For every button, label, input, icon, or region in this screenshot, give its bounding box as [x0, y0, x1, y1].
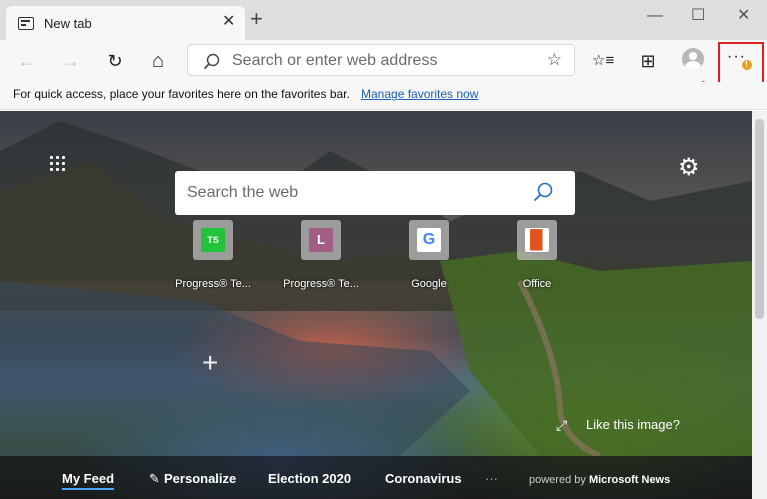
add-site-button[interactable]: + — [202, 347, 218, 379]
newtab-favicon-icon — [18, 17, 34, 30]
tab-personalize[interactable]: Personalize — [164, 471, 236, 486]
address-bar[interactable]: Search or enter web address ☆ — [187, 44, 575, 76]
tile-label: Google — [411, 278, 447, 290]
powered-by-label: powered by Microsoft News — [529, 474, 670, 486]
favorites-bar: For quick access, place your favorites h… — [0, 82, 767, 110]
favorites-icon[interactable]: ☆≡ — [592, 50, 614, 72]
tab-close-icon[interactable]: ✕ — [222, 14, 235, 30]
tab-coronavirus[interactable]: Coronavirus — [385, 471, 462, 486]
search-icon — [203, 53, 220, 70]
tab-my-feed[interactable]: My Feed — [62, 471, 115, 490]
web-search-box[interactable]: Search the web — [175, 171, 575, 215]
tile-label: Office — [522, 278, 552, 290]
scrollbar-thumb[interactable] — [755, 119, 764, 319]
letter-l-icon: L — [309, 228, 333, 252]
tile-icon-box: L — [301, 220, 341, 260]
new-tab-page: ⚙ Search the web TS Progress® Te... L Pr… — [0, 111, 752, 499]
tile-icon-box: ▉ — [517, 220, 557, 260]
web-search-input[interactable]: Search the web — [187, 184, 298, 202]
profile-avatar[interactable] — [682, 48, 704, 70]
close-window-button[interactable]: ✕ — [737, 8, 750, 24]
more-tabs-icon[interactable]: ··· — [485, 471, 498, 486]
new-tab-button[interactable]: + — [250, 8, 263, 30]
toolbar: ← → ↻ ⌂ Search or enter web address ☆ ☆≡… — [0, 40, 767, 82]
tab-strip: New tab ✕ + — ☐ ✕ — [0, 0, 767, 40]
forward-button[interactable]: → — [60, 50, 82, 72]
back-button[interactable]: ← — [16, 50, 38, 72]
address-input[interactable]: Search or enter web address — [232, 52, 437, 70]
minimize-button[interactable]: — — [647, 8, 663, 24]
tile-label: Progress® Te... — [283, 278, 359, 290]
quick-link-tile[interactable]: L Progress® Te... — [281, 220, 361, 300]
tab-election-2020[interactable]: Election 2020 — [268, 471, 351, 486]
quick-link-tile[interactable]: G Google — [389, 220, 469, 300]
quick-link-tile[interactable]: ▉ Office — [497, 220, 577, 300]
page-settings-icon[interactable]: ⚙ — [678, 153, 700, 182]
background-image — [0, 121, 752, 459]
like-image-link[interactable]: Like this image? — [586, 417, 680, 432]
tile-icon-box: TS — [193, 220, 233, 260]
news-feed-bar: My Feed ✎ Personalize Election 2020 Coro… — [0, 456, 752, 499]
home-button[interactable]: ⌂ — [147, 50, 169, 72]
pencil-icon: ✎ — [149, 471, 160, 486]
manage-favorites-link[interactable]: Manage favorites now — [361, 87, 478, 101]
google-icon: G — [417, 228, 441, 252]
maximize-button[interactable]: ☐ — [691, 8, 705, 24]
tab-title: New tab — [44, 16, 92, 31]
tile-label: Progress® Te... — [175, 278, 251, 290]
powered-prefix: powered by — [529, 474, 586, 486]
office-icon: ▉ — [525, 228, 549, 252]
favorites-bar-hint: For quick access, place your favorites h… — [13, 87, 350, 101]
expand-icon[interactable]: ⤢ — [556, 417, 567, 434]
app-launcher-icon[interactable] — [50, 156, 68, 174]
search-icon[interactable] — [531, 181, 555, 205]
vertical-scrollbar[interactable] — [752, 111, 767, 499]
collections-icon[interactable]: ⊞ — [637, 50, 659, 72]
tile-icon-box: G — [409, 220, 449, 260]
refresh-button[interactable]: ↻ — [104, 50, 126, 72]
teststudio-icon: TS — [201, 228, 225, 252]
tab-new-tab[interactable]: New tab ✕ — [6, 6, 245, 40]
powered-brand: Microsoft News — [588, 474, 671, 486]
add-favorite-icon[interactable]: ☆ — [547, 50, 562, 70]
quick-link-tile[interactable]: TS Progress® Te... — [173, 220, 253, 300]
